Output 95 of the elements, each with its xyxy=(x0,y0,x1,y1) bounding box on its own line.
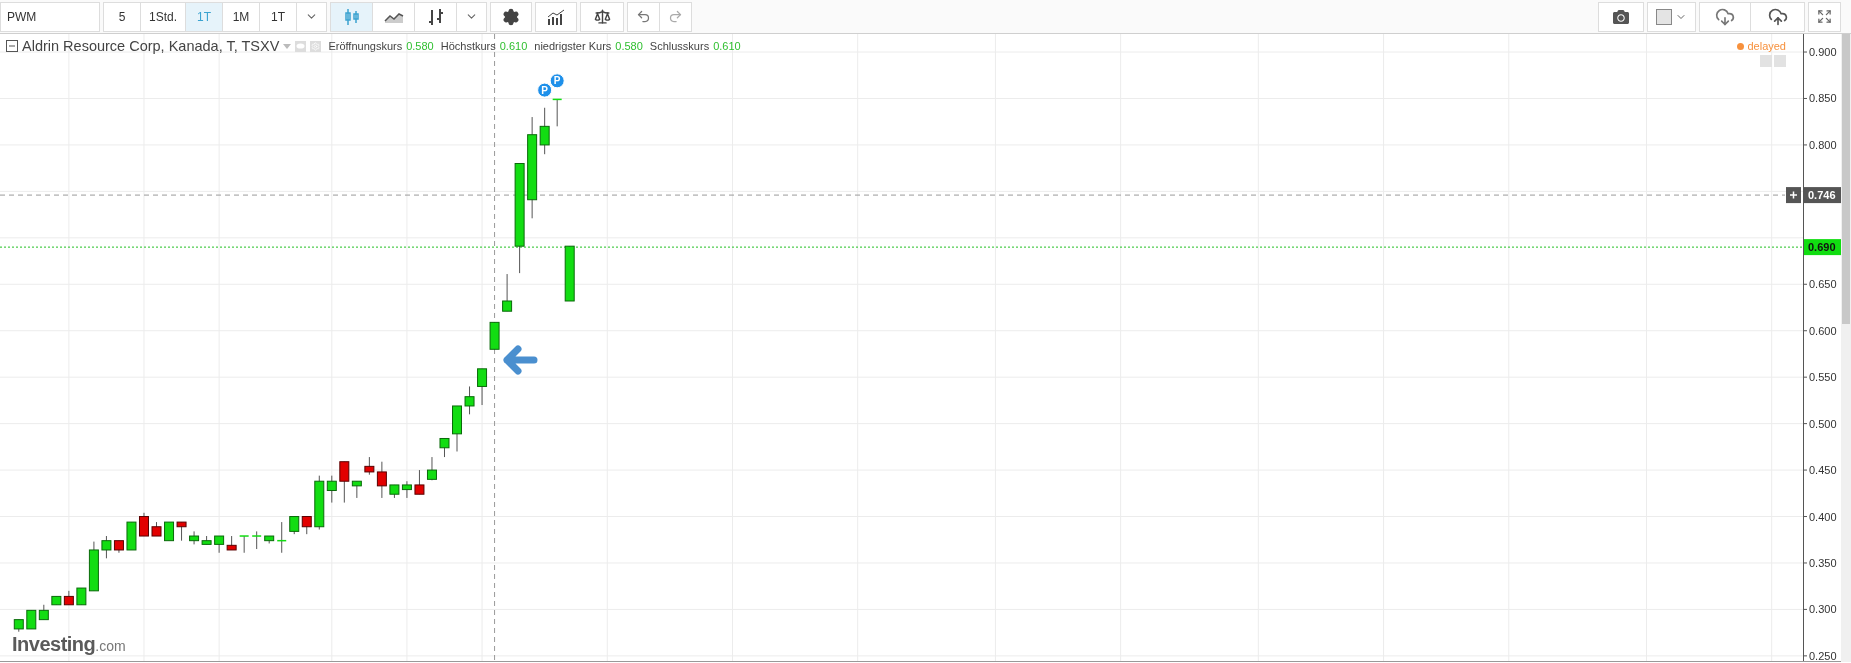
axis-tick-label: 0.250 xyxy=(1809,649,1837,662)
axis-tick-label: 0.600 xyxy=(1809,324,1837,337)
undo-icon xyxy=(636,9,652,24)
axis-tick-label: 0.300 xyxy=(1809,603,1837,616)
axis-tick-label: 0.650 xyxy=(1809,278,1837,291)
axis-tick-label: 0.450 xyxy=(1809,464,1837,477)
candle-body xyxy=(151,526,162,537)
chart-type-button[interactable] xyxy=(414,1,458,32)
ohlc-label: Höchstkurs xyxy=(440,40,496,52)
ref-line-label: 0.746 xyxy=(1808,189,1836,202)
fullscreen-button[interactable] xyxy=(1808,1,1841,32)
color-swatch xyxy=(1656,8,1672,25)
interval-button[interactable]: 5 xyxy=(103,1,141,32)
candle-body xyxy=(139,516,149,537)
caret-icon[interactable] xyxy=(283,43,292,49)
instrument-title: Aldrin Resource Corp, Kanada, T, TSXV xyxy=(22,38,280,54)
annotation: P xyxy=(553,75,561,87)
undo-button[interactable] xyxy=(627,1,661,32)
candle-body xyxy=(439,438,450,449)
candle-body xyxy=(564,245,575,302)
interval-button[interactable]: 1M xyxy=(222,1,261,32)
candle-body xyxy=(502,300,513,312)
add-line-button[interactable] xyxy=(1786,187,1801,204)
collapse-icon[interactable] xyxy=(6,40,18,52)
candle-body xyxy=(101,540,112,551)
candle-body xyxy=(426,469,437,480)
candle-body xyxy=(552,98,562,101)
compare-button[interactable] xyxy=(580,1,625,32)
axis-tick-label: 0.550 xyxy=(1809,371,1837,384)
settings-icon xyxy=(502,7,521,26)
ref-line-label: 0.690 xyxy=(1808,241,1836,254)
candlestick-icon xyxy=(343,7,360,26)
candle-body xyxy=(414,484,425,495)
axis-tick-label: 0.850 xyxy=(1809,92,1837,105)
ohlc-value: 0.580 xyxy=(406,40,434,52)
interval-button[interactable]: 1Std. xyxy=(140,1,187,32)
axis-tick-label: 0.900 xyxy=(1809,46,1837,58)
ohlc-label: Eröffnungskurs xyxy=(328,40,403,52)
candle-wick xyxy=(406,480,408,499)
candle-body xyxy=(51,595,62,606)
redo-button[interactable] xyxy=(659,1,693,32)
download-button[interactable] xyxy=(1699,1,1751,32)
candle-body xyxy=(126,521,137,551)
axis-tick-label: 0.500 xyxy=(1809,417,1837,430)
ohlc-value: 0.610 xyxy=(499,40,528,52)
interval-button[interactable]: 1T xyxy=(259,1,298,32)
color-button[interactable] xyxy=(1647,1,1696,32)
candle-body xyxy=(264,535,275,542)
candle-wick xyxy=(281,521,283,554)
candle-body xyxy=(477,368,488,387)
candle-body xyxy=(452,405,462,435)
fullscreen-icon xyxy=(1817,9,1832,24)
left-arrow-drawing xyxy=(503,345,538,375)
candle-wick xyxy=(544,107,546,155)
indicators-button[interactable] xyxy=(535,1,578,32)
axis-tick-label: 0.400 xyxy=(1809,510,1837,523)
crosshair-price-badge: 0.746 xyxy=(1804,187,1841,204)
indicator-bars-icon xyxy=(547,8,566,25)
scrollbar[interactable] xyxy=(1841,34,1851,662)
axis-tick-label: 0.800 xyxy=(1809,138,1837,151)
ohlc-label: niedrigster Kurs xyxy=(534,40,612,52)
candle-body xyxy=(63,595,74,606)
ohlc-value: 0.610 xyxy=(713,40,741,52)
axis-tick-label: 0.350 xyxy=(1809,556,1837,569)
ohlc-value: 0.580 xyxy=(615,40,643,52)
screenshot-button[interactable] xyxy=(1598,1,1644,32)
candle-body xyxy=(489,321,500,350)
status-label: delayed xyxy=(1747,40,1786,52)
symbol-field[interactable]: PWM xyxy=(0,1,100,32)
candle-body xyxy=(301,516,312,528)
redo-icon xyxy=(668,9,684,24)
scales-icon xyxy=(593,8,611,25)
upload-button[interactable] xyxy=(1750,1,1805,32)
candle-body xyxy=(214,535,225,545)
candle-wick xyxy=(331,475,333,504)
candle-wick xyxy=(556,98,558,127)
logo: Investing.com xyxy=(12,633,126,656)
candle-body xyxy=(277,539,287,542)
candle-wick xyxy=(381,461,383,499)
ohlc-label: Schlusskurs xyxy=(649,40,710,52)
camera-icon xyxy=(1613,8,1629,25)
annotation: P xyxy=(541,84,549,96)
candle-wick xyxy=(105,535,107,559)
settings-button[interactable] xyxy=(490,1,533,32)
cloud-download-icon xyxy=(1715,6,1735,27)
candle-wick xyxy=(469,385,471,415)
candle-body xyxy=(113,540,124,551)
candle-wick xyxy=(243,535,245,554)
candle-body xyxy=(289,516,300,532)
candle-body xyxy=(13,619,24,630)
ohlc-bars-icon xyxy=(427,7,444,26)
last-price-badge: 0.690 xyxy=(1804,239,1841,256)
candle-wick xyxy=(193,530,195,545)
candle-body xyxy=(464,396,475,407)
cloud-upload-icon xyxy=(1767,6,1788,27)
